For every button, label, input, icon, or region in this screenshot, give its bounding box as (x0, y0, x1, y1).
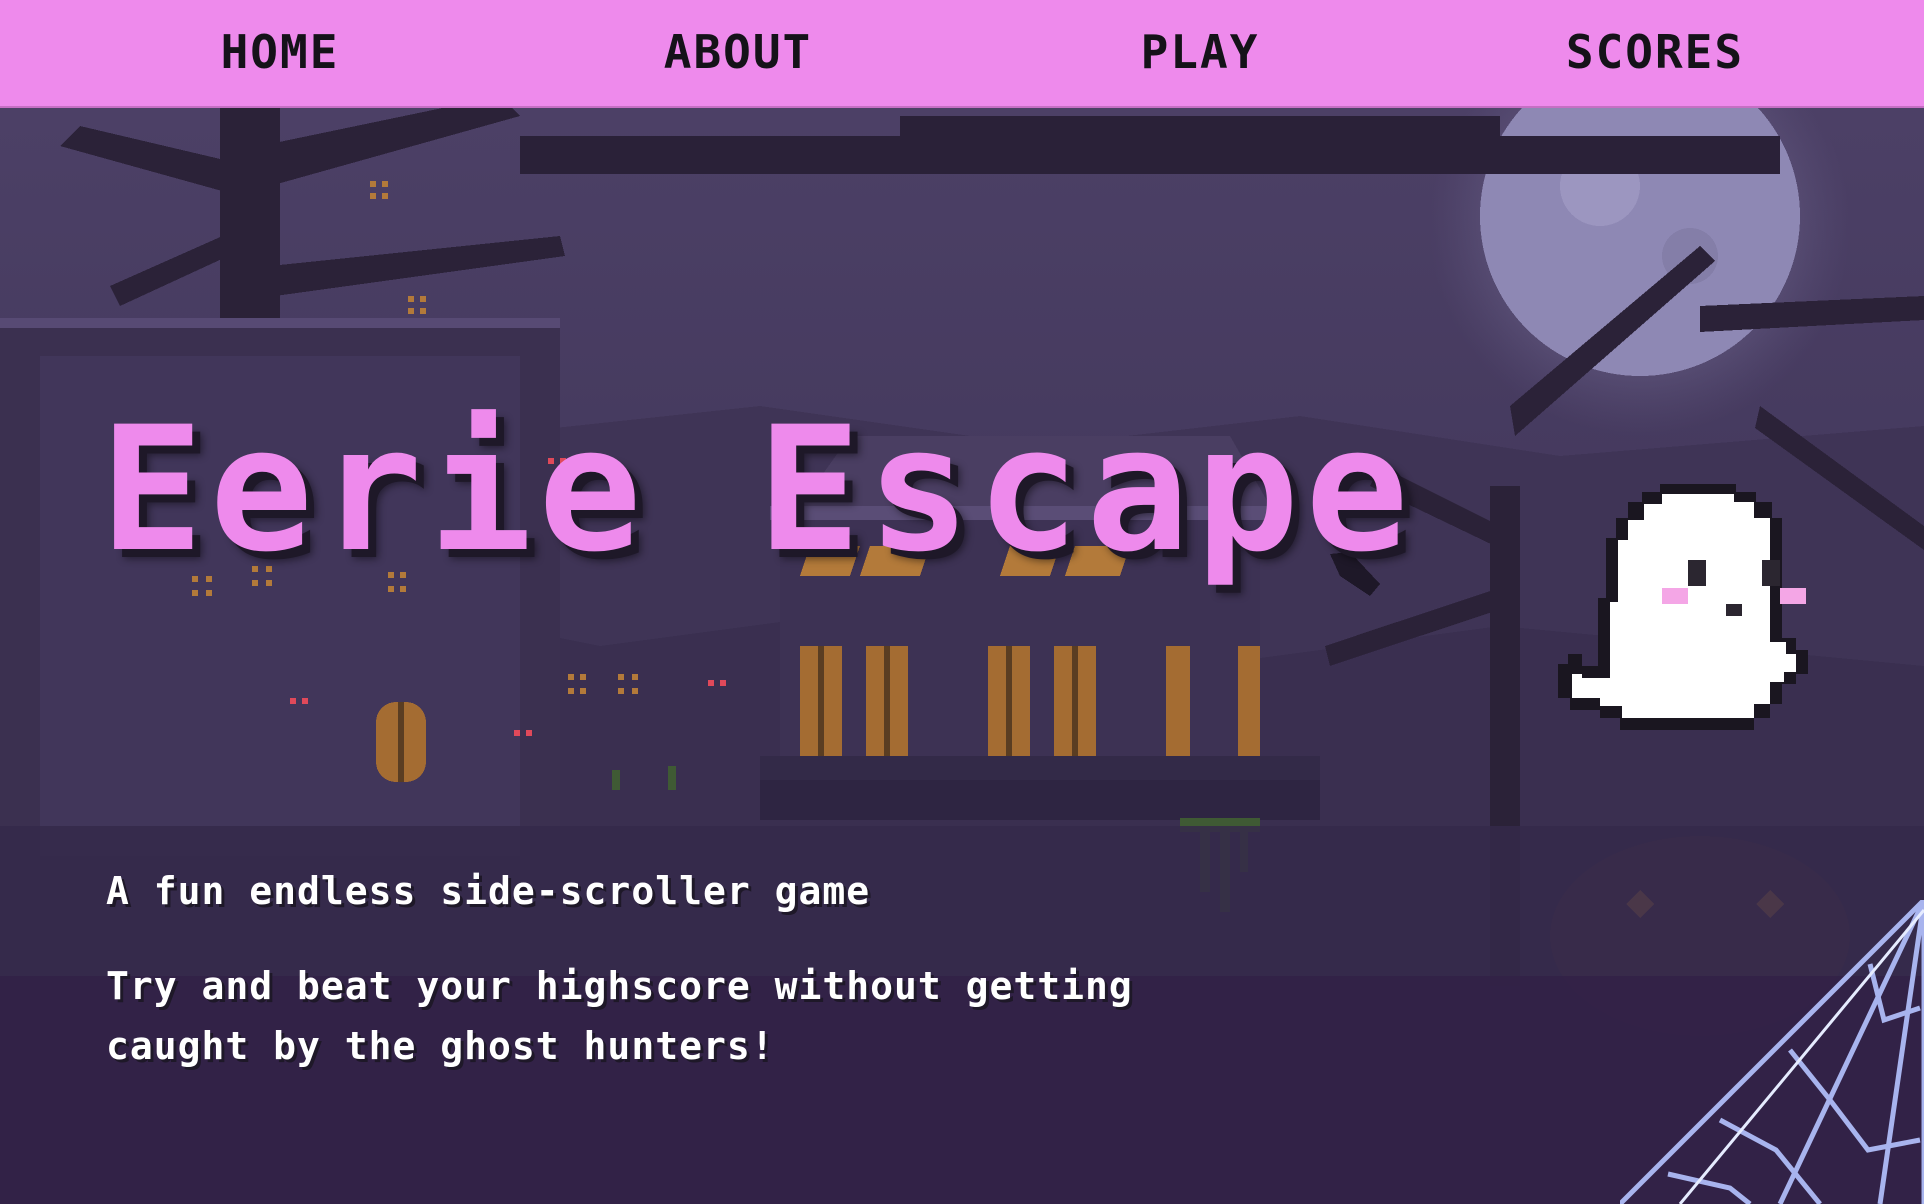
nav-scores-link[interactable]: SCORES (1530, 22, 1780, 82)
nav-about-link[interactable]: ABOUT (628, 22, 848, 82)
page: HOME ABOUT PLAY SCORES Eerie Escape A fu… (0, 0, 1924, 1204)
spider-web-icon (1620, 900, 1924, 1204)
nav-home-link[interactable]: HOME (190, 22, 370, 82)
hero-tagline: A fun endless side-scroller game (106, 869, 871, 913)
hero-description: Try and beat your highscore without gett… (106, 964, 1133, 1068)
page-title: Eerie Escape (100, 389, 1415, 591)
nav-play-link[interactable]: PLAY (1110, 22, 1290, 82)
top-navbar: HOME ABOUT PLAY SCORES (0, 0, 1924, 108)
ghost-icon (1558, 484, 1808, 730)
